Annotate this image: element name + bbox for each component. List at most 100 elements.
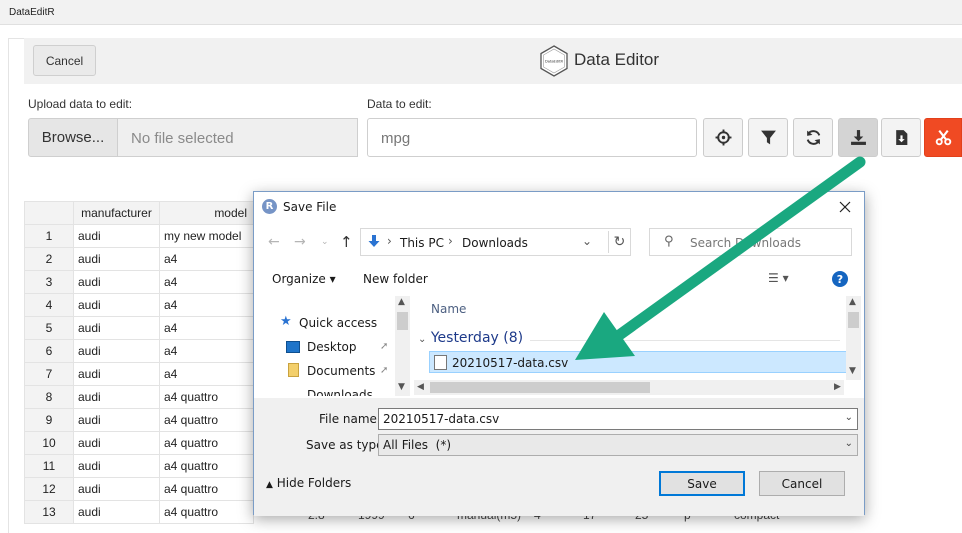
horizontal-scrollbar[interactable]: ◀ ▶ — [414, 380, 844, 395]
table-header-row: manufacturer model — [24, 201, 254, 225]
table-row: 1 audi my new model — [24, 224, 254, 248]
nav-item-downloads[interactable]: Downloads — [307, 388, 373, 396]
nav-item-documents[interactable]: Documents — [288, 363, 375, 378]
cancel-button[interactable]: Cancel — [33, 45, 96, 76]
download-folder-icon — [368, 235, 380, 247]
table-row: 6 audi a4 — [24, 339, 254, 363]
table-cell[interactable]: a4 — [159, 247, 254, 271]
back-arrow-icon[interactable]: ← — [268, 234, 280, 250]
breadcrumb-downloads[interactable]: Downloads — [462, 236, 528, 250]
table-cell[interactable]: audi — [73, 316, 160, 340]
organize-menu[interactable]: Organize ▾ — [272, 272, 336, 286]
column-header-model[interactable]: model — [159, 201, 254, 225]
row-index-header — [24, 201, 74, 225]
scroll-down-icon[interactable]: ▼ — [398, 382, 405, 392]
sync-button[interactable] — [793, 118, 833, 157]
table-cell[interactable]: a4 quattro — [159, 408, 254, 432]
table-row: 9 audi a4 quattro — [24, 408, 254, 432]
scroll-down-icon[interactable]: ▼ — [849, 366, 856, 376]
table-cell[interactable]: audi — [73, 270, 160, 294]
scrollbar-thumb[interactable] — [397, 312, 408, 330]
browse-button[interactable]: Browse... — [28, 118, 118, 157]
table-cell[interactable]: a4 — [159, 362, 254, 386]
file-list-item[interactable]: 20210517-data.csv — [429, 351, 847, 373]
cut-button[interactable] — [924, 118, 962, 157]
save-as-type-select[interactable]: All Files (*) ⌄ — [378, 434, 858, 456]
up-arrow-icon[interactable]: ↑ — [340, 233, 353, 251]
file-name: 20210517-data.csv — [452, 356, 569, 370]
hide-folders-toggle[interactable]: ▲ Hide Folders — [266, 476, 351, 490]
chevron-down-icon[interactable]: ⌄ — [582, 234, 592, 248]
group-header[interactable]: ⌄ Yesterday (8) — [418, 330, 523, 346]
close-button[interactable] — [834, 196, 856, 218]
table-cell[interactable]: a4 quattro — [159, 477, 254, 501]
download-button[interactable] — [838, 118, 878, 157]
selected-file-field: No file selected — [118, 118, 358, 157]
file-pane-scrollbar[interactable]: ▲ ▼ — [846, 296, 861, 380]
select-data-button[interactable] — [703, 118, 743, 157]
table-cell[interactable]: audi — [73, 339, 160, 363]
column-header-name[interactable]: Name — [431, 302, 466, 316]
app-title-bar: DataEditR — [0, 0, 962, 25]
chevron-down-icon[interactable]: ⌄ — [845, 412, 853, 423]
table-cell[interactable]: a4 quattro — [159, 454, 254, 478]
dialog-cancel-button[interactable]: Cancel — [759, 471, 845, 496]
row-index: 11 — [24, 454, 74, 478]
scrollbar-thumb[interactable] — [430, 382, 650, 393]
table-cell[interactable]: audi — [73, 293, 160, 317]
table-cell[interactable]: a4 — [159, 339, 254, 363]
nav-item-desktop[interactable]: Desktop — [286, 340, 357, 354]
data-to-edit-input[interactable]: mpg — [367, 118, 697, 157]
save-button[interactable]: Save — [659, 471, 745, 496]
pin-icon: ➚ — [380, 341, 389, 352]
table-cell[interactable]: a4 quattro — [159, 385, 254, 409]
table-cell[interactable]: a4 quattro — [159, 431, 254, 455]
dataeditr-logo: DataEditR — [540, 45, 568, 77]
app-title: DataEditR — [9, 7, 55, 18]
scroll-up-icon[interactable]: ▲ — [849, 297, 856, 307]
file-name-input[interactable]: 20210517-data.csv ⌄ — [378, 408, 858, 430]
table-cell[interactable]: audi — [73, 431, 160, 455]
scrollbar-thumb[interactable] — [848, 312, 859, 328]
nav-pane-scrollbar[interactable]: ▲ ▼ — [395, 296, 410, 396]
close-icon — [839, 201, 851, 213]
refresh-icon[interactable]: ↻ — [608, 231, 630, 253]
table-cell[interactable]: a4 — [159, 270, 254, 294]
scroll-left-icon[interactable]: ◀ — [417, 382, 424, 392]
column-header-manufacturer[interactable]: manufacturer — [73, 201, 160, 225]
table-cell[interactable]: a4 — [159, 293, 254, 317]
table-cell[interactable]: audi — [73, 477, 160, 501]
table-cell[interactable]: audi — [73, 500, 160, 524]
row-index: 2 — [24, 247, 74, 271]
table-cell[interactable]: my new model — [159, 224, 254, 248]
scroll-right-icon[interactable]: ▶ — [834, 382, 841, 392]
table-cell[interactable]: audi — [73, 385, 160, 409]
table-cell[interactable]: audi — [73, 362, 160, 386]
search-input[interactable]: ⚲ Search Downloads — [649, 228, 852, 256]
row-index: 6 — [24, 339, 74, 363]
breadcrumb-this-pc[interactable]: This PC — [400, 236, 444, 250]
csv-file-icon — [434, 355, 447, 370]
table-cell[interactable]: audi — [73, 454, 160, 478]
table-cell[interactable]: a4 quattro — [159, 500, 254, 524]
save-file-button[interactable] — [881, 118, 921, 157]
table-cell[interactable]: a4 — [159, 316, 254, 340]
upload-label: Upload data to edit: — [28, 97, 133, 111]
table-cell[interactable]: audi — [73, 247, 160, 271]
row-index: 4 — [24, 293, 74, 317]
new-folder-button[interactable]: New folder — [363, 272, 428, 286]
address-bar[interactable]: › This PC › Downloads ⌄ ↻ — [360, 228, 631, 256]
table-cell[interactable]: audi — [73, 224, 160, 248]
nav-item-quick-access[interactable]: ★ Quick access — [280, 314, 377, 330]
row-index: 8 — [24, 385, 74, 409]
view-options-icon[interactable]: ☰ ▾ — [768, 271, 789, 285]
recent-locations-chevron-icon[interactable]: ⌄ — [321, 237, 329, 247]
filter-button[interactable] — [748, 118, 788, 157]
table-row: 7 audi a4 — [24, 362, 254, 386]
documents-folder-icon — [288, 363, 299, 377]
forward-arrow-icon[interactable]: → — [294, 234, 306, 250]
help-icon[interactable]: ? — [832, 271, 848, 287]
table-cell[interactable]: audi — [73, 408, 160, 432]
scroll-up-icon[interactable]: ▲ — [398, 297, 405, 307]
dialog-title-bar[interactable]: R Save File — [254, 192, 864, 222]
